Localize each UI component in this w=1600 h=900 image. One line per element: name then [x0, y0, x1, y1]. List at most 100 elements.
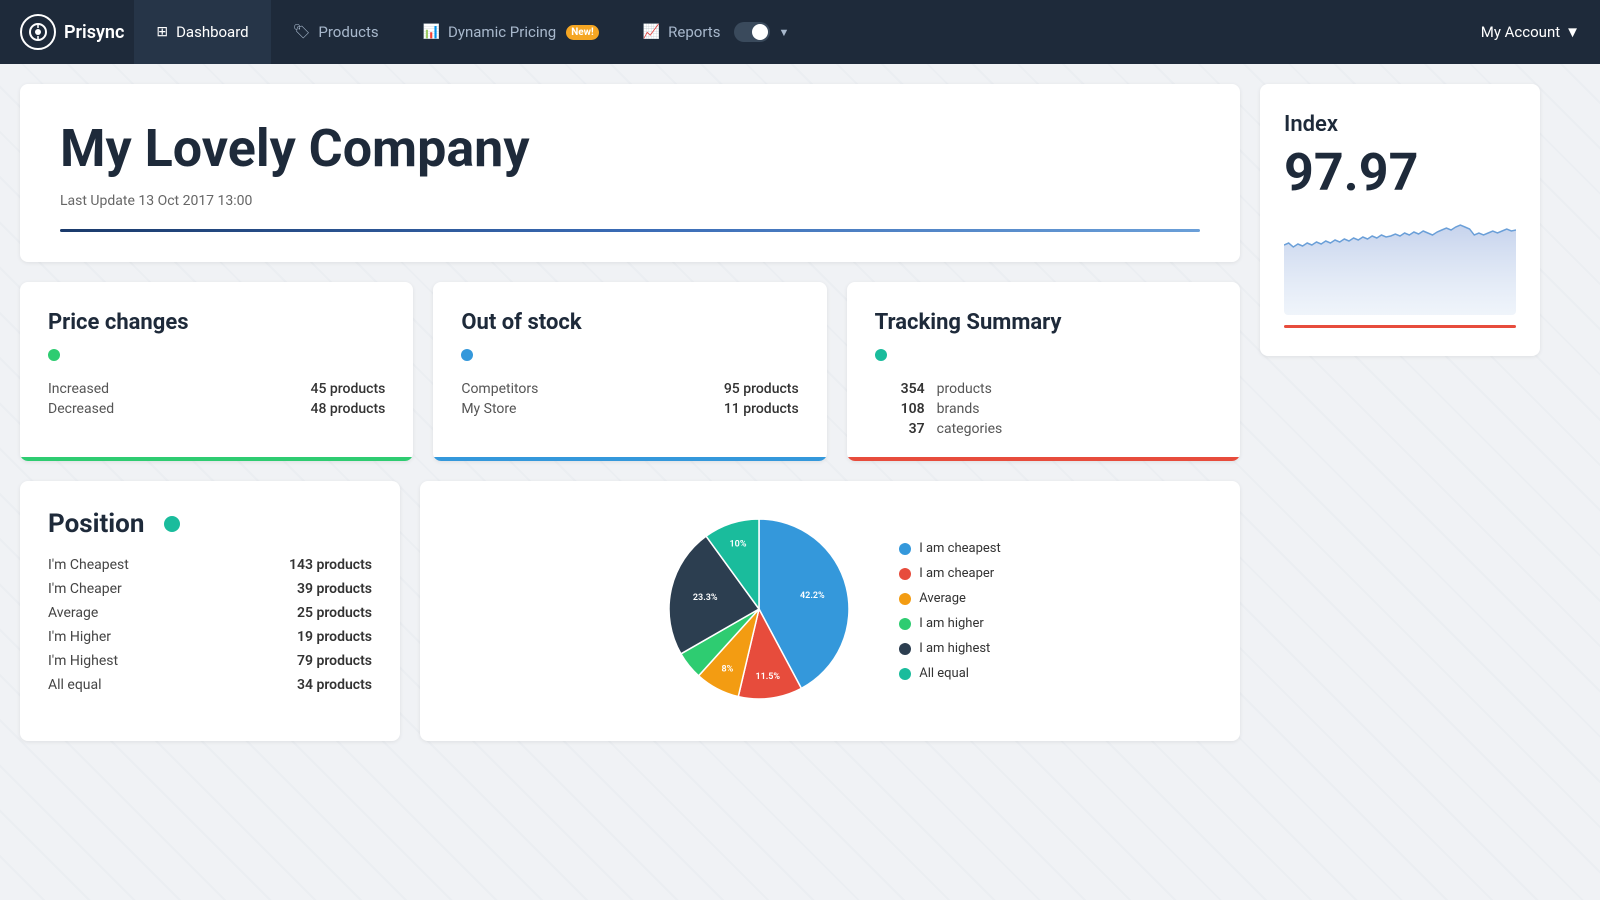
legend-label: I am higher [919, 616, 984, 631]
tracking-dot [875, 349, 887, 361]
tag-icon: 🏷 [293, 24, 311, 40]
legend-dot [899, 568, 911, 580]
legend-item: I am cheapest [899, 541, 1001, 556]
logo-icon [20, 14, 56, 50]
price-changes-card: Price changes Increased 45 products Decr… [20, 282, 413, 461]
pos-value-1: 39 products [153, 581, 372, 597]
legend-dot [899, 593, 911, 605]
reports-chevron: ▼ [778, 26, 789, 39]
pie-chart-card: 42.2%11.5%8%23.3%10% I am cheapestI am c… [420, 481, 1240, 741]
pos-label-4: I'm Highest [48, 653, 129, 669]
index-divider [1284, 325, 1516, 328]
legend-item: I am cheaper [899, 566, 1001, 581]
chart-bar-icon: 📊 [423, 24, 440, 40]
mystore-value: 11 products [558, 401, 798, 417]
nav-reports-label: Reports [668, 23, 720, 41]
pos-value-3: 19 products [153, 629, 372, 645]
reports-icon: 📈 [643, 24, 660, 40]
nav-dynamic-pricing-label: Dynamic Pricing [448, 23, 556, 41]
legend-label: I am cheaper [919, 566, 994, 581]
pos-label-2: Average [48, 605, 129, 621]
svg-text:11.5%: 11.5% [756, 672, 781, 682]
competitors-label: Competitors [461, 381, 538, 397]
position-card: Position I'm Cheapest 143 products I'm C… [20, 481, 400, 741]
stats-row: Price changes Increased 45 products Decr… [20, 282, 1240, 461]
reports-toggle[interactable] [734, 22, 770, 42]
pos-label-3: I'm Higher [48, 629, 129, 645]
increased-value: 45 products [134, 381, 385, 397]
pos-value-2: 25 products [153, 605, 372, 621]
tracking-numbers: 354products108brands37categories [875, 381, 1212, 437]
account-chevron: ▼ [1565, 23, 1580, 41]
legend-item: I am higher [899, 616, 1001, 631]
price-changes-title: Price changes [48, 310, 385, 335]
legend-dot [899, 668, 911, 680]
logo-text: Prisync [64, 22, 124, 43]
competitors-value: 95 products [558, 381, 798, 397]
legend-label: Average [919, 591, 966, 606]
pos-value-0: 143 products [153, 557, 372, 573]
pos-value-5: 34 products [153, 677, 372, 693]
dashboard-icon: ⊞ [156, 24, 168, 40]
pos-label-0: I'm Cheapest [48, 557, 129, 573]
svg-text:23.3%: 23.3% [693, 593, 718, 603]
legend-label: I am highest [919, 641, 990, 656]
nav-dynamic-pricing[interactable]: 📊 Dynamic Pricing New! [401, 0, 621, 64]
legend-dot [899, 643, 911, 655]
right-panel: Index 97.97 [1240, 84, 1540, 741]
logo[interactable]: Prisync [20, 14, 124, 50]
position-dot [164, 516, 180, 532]
svg-text:8%: 8% [722, 665, 734, 675]
out-of-stock-title: Out of stock [461, 310, 798, 335]
out-of-stock-rows: Competitors 95 products My Store 11 prod… [461, 381, 798, 417]
left-panel: My Lovely Company Last Update 13 Oct 201… [20, 84, 1240, 741]
account-label: My Account [1481, 23, 1560, 41]
decreased-value: 48 products [134, 401, 385, 417]
pos-label-1: I'm Cheaper [48, 581, 129, 597]
index-value: 97.97 [1284, 147, 1516, 199]
out-of-stock-dot [461, 349, 473, 361]
nav-dashboard-label: Dashboard [176, 23, 249, 41]
svg-text:42.2%: 42.2% [800, 591, 825, 601]
pos-value-4: 79 products [153, 653, 372, 669]
position-rows: I'm Cheapest 143 products I'm Cheaper 39… [48, 557, 372, 693]
account-menu[interactable]: My Account ▼ [1481, 23, 1580, 41]
last-update: Last Update 13 Oct 2017 13:00 [60, 193, 1200, 209]
index-title: Index [1284, 112, 1516, 137]
nav-dashboard[interactable]: ⊞ Dashboard [134, 0, 270, 64]
nav-items: ⊞ Dashboard 🏷 Products 📊 Dynamic Pricing… [134, 0, 1480, 64]
svg-text:10%: 10% [730, 540, 747, 550]
legend-dot [899, 618, 911, 630]
main-content: My Lovely Company Last Update 13 Oct 201… [0, 64, 1560, 761]
legend-label: All equal [919, 666, 969, 681]
tracking-summary-title: Tracking Summary [875, 310, 1212, 335]
new-badge: New! [566, 25, 599, 40]
bottom-row: Position I'm Cheapest 143 products I'm C… [20, 481, 1240, 741]
out-of-stock-card: Out of stock Competitors 95 products My … [433, 282, 826, 461]
price-changes-dot [48, 349, 60, 361]
legend-dot [899, 543, 911, 555]
nav-products-label: Products [318, 23, 378, 41]
company-card: My Lovely Company Last Update 13 Oct 201… [20, 84, 1240, 262]
legend-item: I am highest [899, 641, 1001, 656]
company-name: My Lovely Company [60, 120, 1200, 177]
increased-label: Increased [48, 381, 114, 397]
mystore-label: My Store [461, 401, 538, 417]
tracking-summary-card: Tracking Summary 354products108brands37c… [847, 282, 1240, 461]
nav-reports[interactable]: 📈 Reports ▼ [621, 0, 812, 64]
pie-chart: 42.2% 11.5% 8% 23.3% 10% [659, 509, 859, 713]
decreased-label: Decreased [48, 401, 114, 417]
pie-legend: I am cheapest I am cheaper Average I am hig… [899, 541, 1001, 681]
nav-products[interactable]: 🏷 Products [271, 0, 401, 64]
legend-item: Average [899, 591, 1001, 606]
company-divider [60, 229, 1200, 232]
price-changes-rows: Increased 45 products Decreased 48 produ… [48, 381, 385, 417]
legend-label: I am cheapest [919, 541, 1001, 556]
pos-label-5: All equal [48, 677, 129, 693]
position-header: Position [48, 509, 372, 539]
position-title: Position [48, 509, 144, 539]
index-chart [1284, 215, 1516, 315]
index-card: Index 97.97 [1260, 84, 1540, 356]
legend-item: All equal [899, 666, 1001, 681]
navbar: Prisync ⊞ Dashboard 🏷 Products 📊 Dynamic… [0, 0, 1600, 64]
